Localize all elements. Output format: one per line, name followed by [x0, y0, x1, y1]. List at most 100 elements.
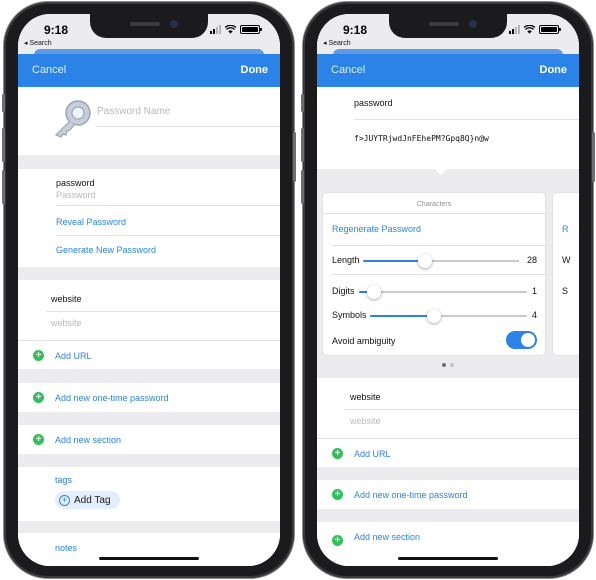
length-value: 28: [526, 255, 537, 265]
length-slider[interactable]: [363, 254, 519, 268]
key-icon: [54, 100, 91, 138]
add-url-plus-icon[interactable]: +: [332, 448, 343, 459]
add-section-row: + Add new section: [18, 425, 280, 454]
notch: [389, 14, 507, 38]
divider: [332, 245, 545, 246]
back-to-search-link[interactable]: ◂ Search: [323, 39, 351, 47]
website-label: website: [350, 392, 381, 402]
done-button[interactable]: Done: [241, 64, 269, 76]
password-section: password Password Reveal Password Genera…: [18, 169, 280, 267]
divider: [323, 213, 545, 214]
symbols-slider-thumb[interactable]: [427, 309, 442, 323]
add-tag-icon: +: [59, 494, 70, 506]
add-otp-plus-icon[interactable]: +: [332, 489, 343, 500]
peek-letter: S: [562, 286, 569, 296]
symbols-slider-fill: [370, 315, 435, 317]
website-section: website website + Add URL: [317, 378, 579, 467]
add-url-button[interactable]: Add URL: [354, 449, 391, 459]
add-tag-label: Add Tag: [74, 494, 111, 506]
symbols-label: Symbols: [332, 310, 367, 320]
otp-section: + Add new one-time password: [317, 480, 579, 509]
page-dots: [317, 363, 579, 367]
battery-icon: [539, 25, 561, 34]
home-indicator: [99, 557, 199, 560]
status-icons: [210, 25, 262, 34]
reveal-password-button[interactable]: Reveal Password: [56, 217, 126, 227]
add-section-plus-icon[interactable]: +: [33, 434, 44, 445]
password-field[interactable]: Password: [56, 190, 96, 200]
password-generator-card: Characters Regenerate Password Length 28…: [323, 193, 545, 355]
add-section-button[interactable]: Add new section: [55, 435, 121, 445]
divider: [332, 274, 545, 275]
nav-bar: Cancel Done: [317, 54, 579, 87]
status-time: 9:18: [44, 23, 69, 37]
divider: [345, 409, 579, 410]
add-section-plus-icon[interactable]: +: [332, 535, 343, 546]
title-section: Password Name: [18, 87, 280, 155]
divider: [56, 235, 280, 236]
home-indicator: [398, 557, 498, 560]
status-time: 9:18: [343, 23, 368, 37]
page-dot[interactable]: [450, 363, 454, 367]
tags-section: tags + Add Tag: [18, 467, 280, 521]
website-field[interactable]: website: [350, 416, 381, 426]
add-otp-button[interactable]: Add new one-time password: [55, 393, 169, 403]
symbols-slider[interactable]: [370, 309, 527, 323]
cellular-signal-icon: [509, 25, 520, 34]
divider: [354, 119, 579, 120]
digits-value: 1: [531, 286, 537, 296]
length-slider-thumb[interactable]: [418, 254, 433, 268]
card-title: Characters: [416, 201, 452, 208]
digits-slider-thumb[interactable]: [367, 285, 382, 299]
screen-right: 9:18 ◂ Search Cancel Done password f>JUY…: [317, 14, 579, 566]
mute-switch: [2, 94, 5, 112]
volume-up-button: [2, 128, 5, 162]
notes-label[interactable]: notes: [55, 543, 77, 553]
website-section: website website + Add URL: [18, 280, 280, 369]
peek-letter: R: [562, 224, 569, 234]
power-button: [592, 132, 595, 182]
volume-down-button: [2, 170, 5, 204]
edit-form: password f>JUYTRjwdJnFEhePM?Gpq8Q}n@w Ch…: [317, 87, 579, 566]
add-otp-button[interactable]: Add new one-time password: [354, 490, 468, 500]
avoid-ambiguity-toggle[interactable]: [506, 331, 537, 349]
password-label: password: [354, 98, 393, 108]
wifi-icon: [225, 25, 236, 34]
add-url-button[interactable]: Add URL: [55, 351, 92, 361]
popover-pointer: [435, 169, 447, 175]
divider: [97, 126, 280, 127]
notch: [90, 14, 208, 38]
password-section: password f>JUYTRjwdJnFEhePM?Gpq8Q}n@w: [317, 87, 579, 169]
regenerate-password-button[interactable]: Regenerate Password: [332, 224, 421, 234]
front-camera: [469, 20, 477, 28]
cancel-button[interactable]: Cancel: [331, 64, 365, 76]
back-to-search-link[interactable]: ◂ Search: [24, 39, 52, 47]
add-url-plus-icon[interactable]: +: [33, 350, 44, 361]
next-generator-card-peek[interactable]: R W S: [553, 193, 579, 355]
page-dot[interactable]: [442, 363, 446, 367]
speaker: [130, 22, 160, 26]
generate-password-button[interactable]: Generate New Password: [56, 245, 156, 255]
power-button: [293, 132, 296, 182]
done-button[interactable]: Done: [540, 64, 568, 76]
front-camera: [170, 20, 178, 28]
cancel-button[interactable]: Cancel: [32, 64, 66, 76]
symbols-value: 4: [531, 310, 537, 320]
volume-up-button: [301, 128, 304, 162]
add-section-button[interactable]: Add new section: [354, 532, 420, 542]
cellular-signal-icon: [210, 25, 221, 34]
notes-section: notes: [18, 533, 280, 566]
wifi-icon: [524, 25, 535, 34]
screen-left: 9:18 ◂ Search Cancel Done Password Name …: [18, 14, 280, 566]
password-value-field[interactable]: f>JUYTRjwdJnFEhePM?Gpq8Q}n@w: [354, 134, 489, 143]
phone-right: 9:18 ◂ Search Cancel Done password f>JUY…: [301, 2, 595, 578]
add-otp-plus-icon[interactable]: +: [33, 392, 44, 403]
website-field[interactable]: website: [51, 318, 82, 328]
add-tag-button[interactable]: + Add Tag: [55, 491, 120, 509]
password-name-field[interactable]: Password Name: [97, 106, 170, 117]
mute-switch: [301, 94, 304, 112]
digits-slider[interactable]: [359, 285, 527, 299]
peek-letter: W: [562, 255, 571, 265]
website-label: website: [51, 294, 82, 304]
phone-left: 9:18 ◂ Search Cancel Done Password Name …: [2, 2, 296, 578]
